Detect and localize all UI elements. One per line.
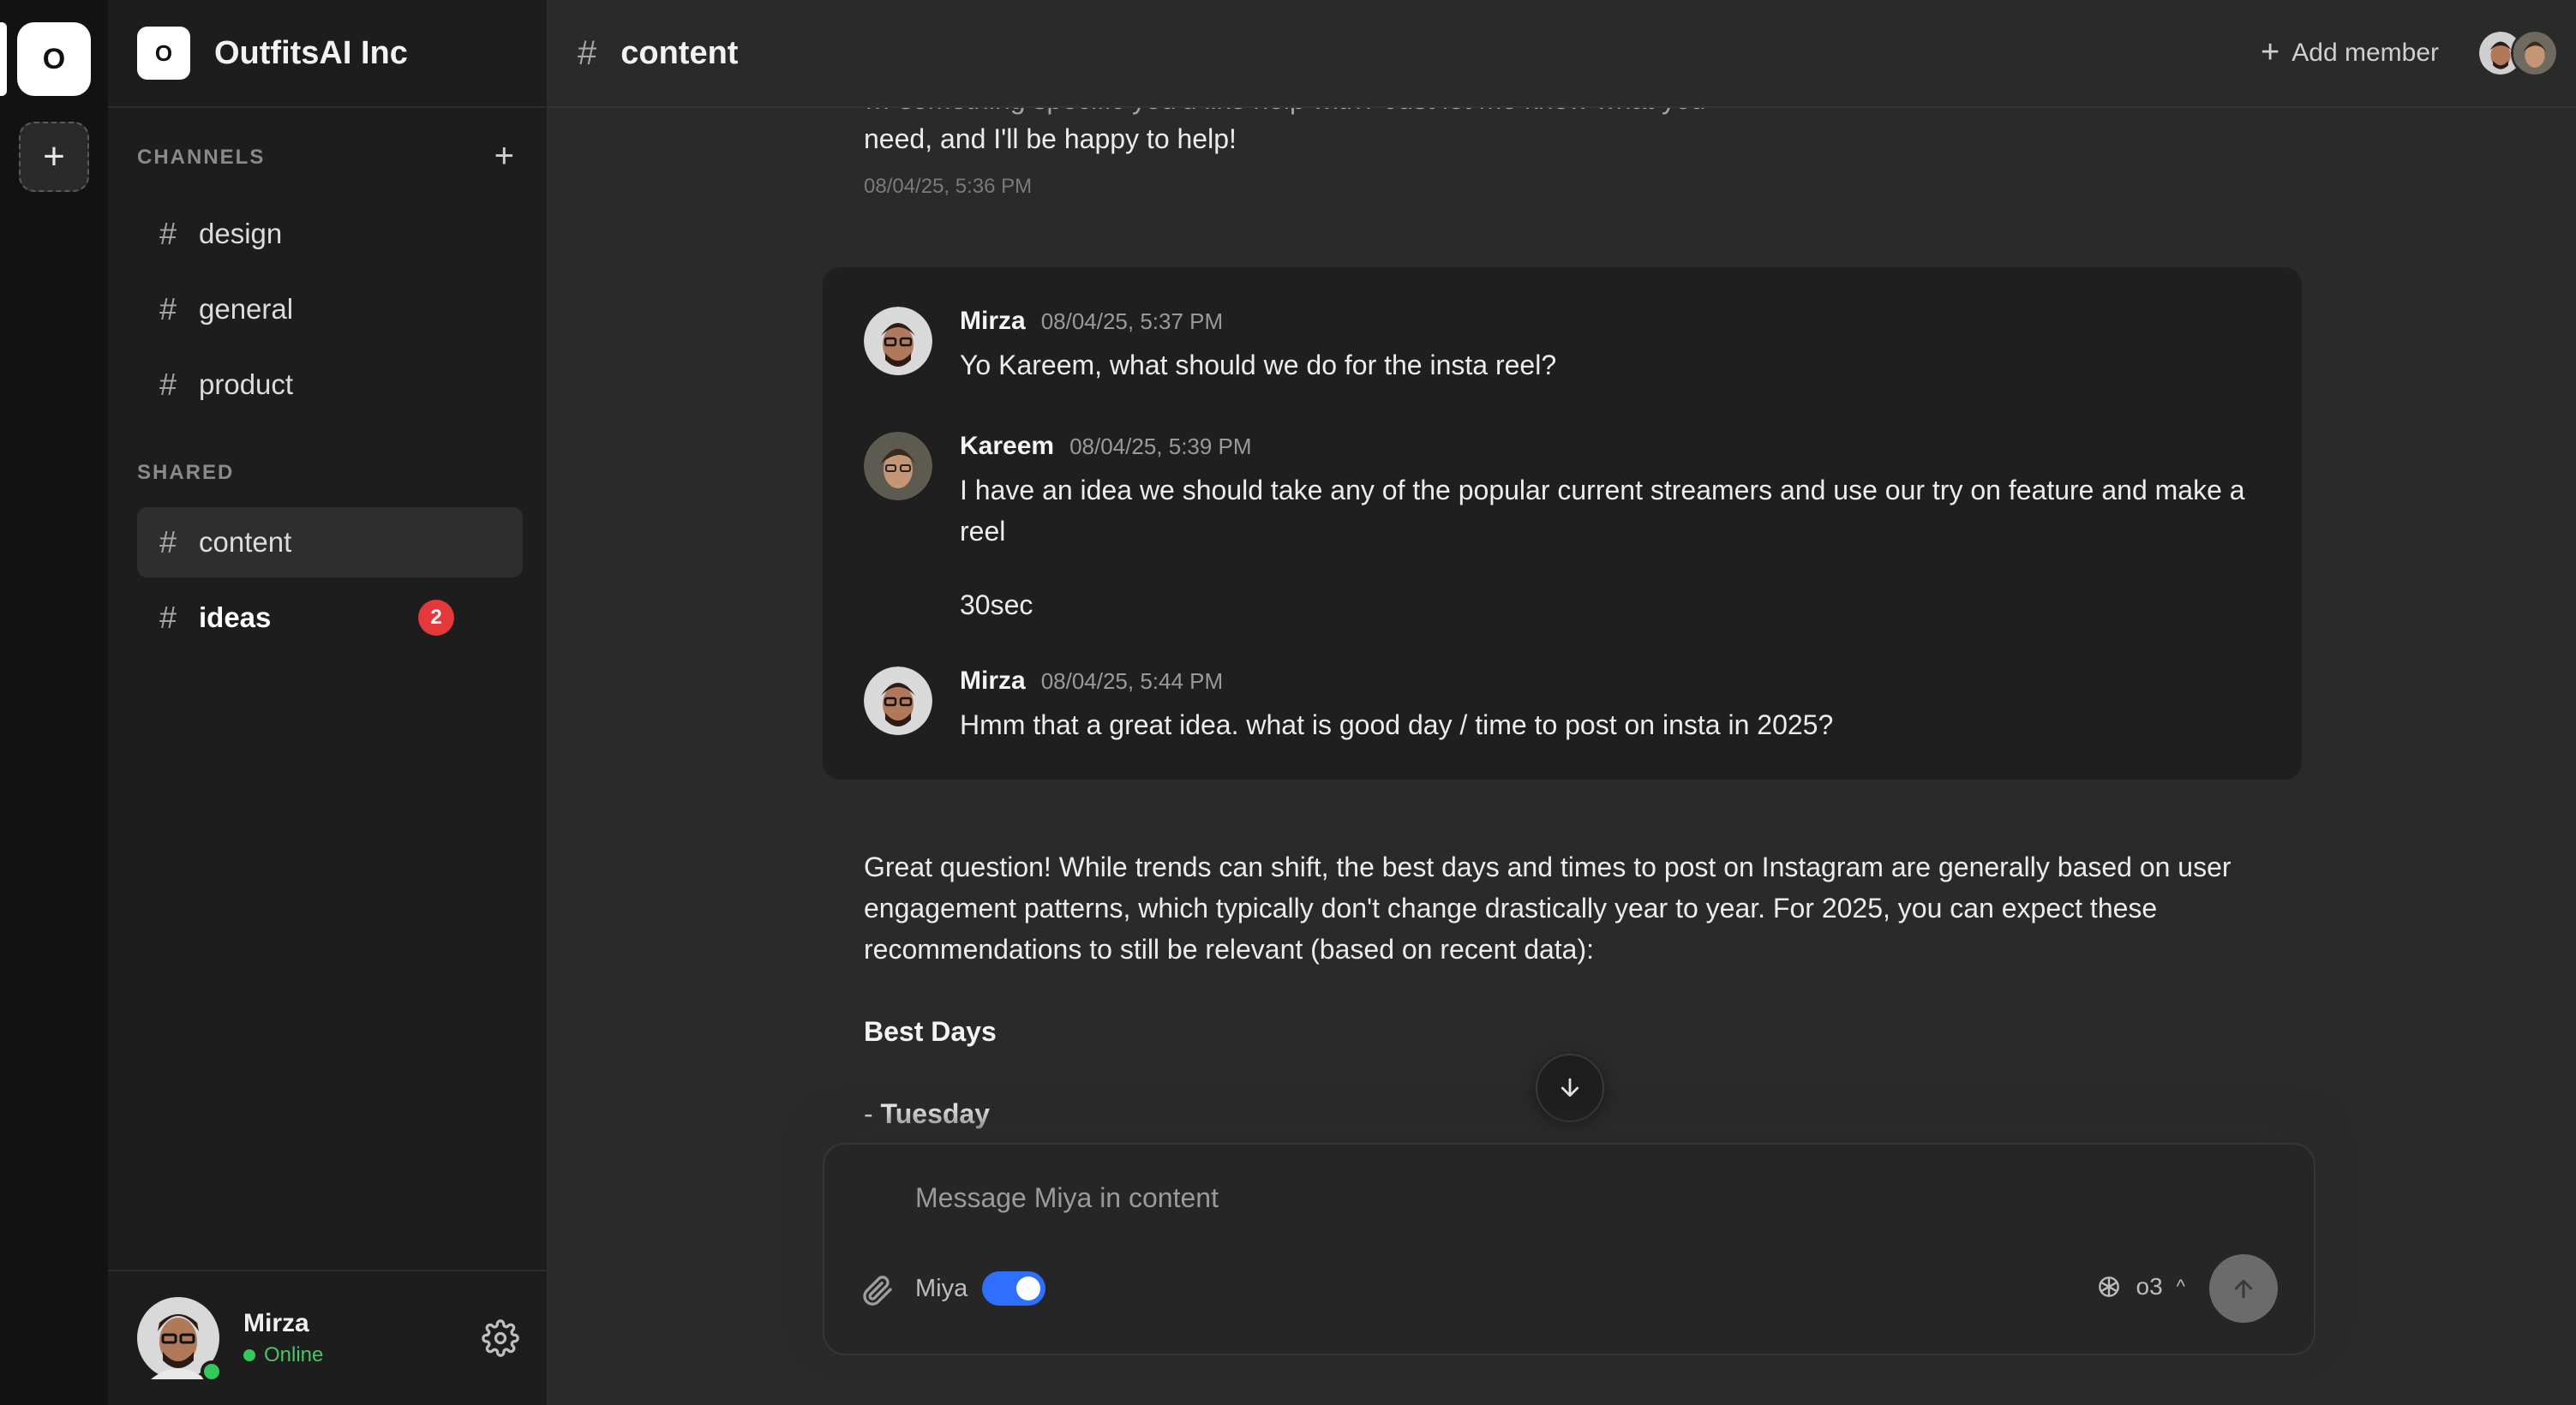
hash-icon: #: [159, 367, 177, 402]
add-member-button[interactable]: + Add member: [2261, 34, 2439, 71]
message-text: I have an idea we should take any of the…: [960, 475, 2245, 547]
reply-heading: Best Days: [864, 1016, 997, 1047]
add-channel-button[interactable]: +: [494, 139, 514, 173]
kareem-avatar-icon: [864, 432, 932, 500]
channel-label: ideas: [199, 601, 272, 633]
hash-icon: #: [159, 600, 177, 635]
list-item-label: Tuesday: [880, 1098, 990, 1129]
channel-header: # content + Add member: [548, 0, 2576, 108]
list-bullet: -: [864, 1098, 881, 1129]
sidebar: O OutfitsAI Inc CHANNELS + # design # ge…: [108, 0, 548, 1405]
message-text: Hmm that a great idea. what is good day …: [960, 709, 1834, 740]
paperclip-icon[interactable]: [860, 1271, 895, 1309]
hash-icon: #: [159, 216, 177, 251]
previous-message-time: 08/04/25, 5:36 PM: [864, 175, 1033, 198]
workspace-header[interactable]: O OutfitsAI Inc: [108, 0, 547, 108]
channel-label: content: [199, 526, 292, 558]
add-member-label: Add member: [2291, 38, 2439, 67]
message-header: Mirza 08/04/25, 5:37 PM: [960, 307, 1223, 336]
active-workspace-indicator: [0, 22, 7, 96]
message-header: Kareem 08/04/25, 5:39 PM: [960, 432, 1252, 461]
mirza-avatar-icon: [864, 307, 932, 375]
arrow-down-icon: [1561, 1078, 1579, 1097]
hash-icon: #: [578, 33, 597, 72]
unread-badge: 2: [418, 600, 454, 636]
thread-card: Mirza 08/04/25, 5:37 PM Yo Kareem, what …: [823, 267, 2302, 780]
sidebar-item-product[interactable]: # product: [137, 350, 523, 420]
member-avatars[interactable]: [2477, 29, 2559, 77]
current-user-info: Mirza Online: [243, 1309, 323, 1367]
add-workspace-button[interactable]: +: [19, 122, 89, 192]
workspace-switcher-button[interactable]: O: [17, 22, 91, 96]
agent-toggle-label: Miya: [915, 1275, 968, 1302]
assistant-reply-text: Great question! While trends can shift, …: [864, 852, 2232, 965]
sidebar-item-design[interactable]: # design: [137, 199, 523, 269]
scroll-to-bottom-button[interactable]: [1536, 1054, 1604, 1122]
hash-icon: #: [159, 291, 177, 326]
sidebar-item-general[interactable]: # general: [137, 274, 523, 344]
current-user-bar: Mirza Online: [108, 1270, 548, 1405]
toggle-knob: [1016, 1276, 1040, 1300]
message-composer: Message Miya in content Miya o3 ^: [823, 1143, 2315, 1355]
previous-message-text: need, and I'll be happy to help!: [864, 123, 1237, 154]
workspace-logo: O: [137, 27, 190, 80]
reply-list-item: - Tuesday: [864, 1098, 990, 1130]
current-user-status: Online: [243, 1343, 323, 1367]
send-button[interactable]: [2209, 1254, 2278, 1323]
chevron-up-icon: ^: [2176, 1276, 2185, 1297]
message-text: Yo Kareem, what should we do for the ins…: [960, 350, 1557, 380]
settings-gear-icon[interactable]: [482, 1319, 519, 1357]
arrow-up-icon: [2234, 1279, 2253, 1299]
channel-label: design: [199, 218, 283, 249]
shared-section-label: SHARED: [137, 461, 235, 484]
agent-toggle[interactable]: [982, 1271, 1045, 1306]
message-text-followup: 30sec: [960, 589, 1033, 620]
message-time: 08/04/25, 5:37 PM: [1040, 308, 1224, 334]
model-selector[interactable]: o3 ^: [2095, 1273, 2185, 1300]
channel-label: general: [199, 293, 294, 325]
mirza-avatar-icon: [864, 667, 932, 735]
openai-logo-icon: [2098, 1276, 2119, 1297]
page-title: content: [620, 34, 739, 71]
sidebar-item-ideas[interactable]: # ideas 2: [137, 583, 523, 653]
member-avatar-icon: [2511, 29, 2559, 77]
plus-icon: +: [2261, 34, 2280, 70]
hash-icon: #: [159, 524, 177, 559]
workspace-name: OutfitsAI Inc: [214, 34, 408, 71]
workspace-rail: O +: [0, 0, 108, 1405]
status-dot-icon: [243, 1349, 255, 1361]
model-name: o3: [2136, 1273, 2163, 1300]
message-time: 08/04/25, 5:44 PM: [1040, 668, 1224, 694]
current-user-name: Mirza: [243, 1309, 309, 1337]
sidebar-item-content[interactable]: # content: [137, 507, 523, 577]
message-time: 08/04/25, 5:39 PM: [1069, 433, 1252, 459]
avatar[interactable]: [137, 1297, 223, 1383]
main-panel: # content + Add member … something speci…: [548, 0, 2576, 1405]
status-text: Online: [264, 1343, 324, 1366]
online-status-dot: [201, 1360, 223, 1383]
message-author[interactable]: Mirza: [960, 667, 1026, 696]
message-header: Mirza 08/04/25, 5:44 PM: [960, 667, 1223, 696]
channel-label: product: [199, 368, 294, 400]
message-author[interactable]: Mirza: [960, 307, 1026, 336]
message-input[interactable]: Message Miya in content: [915, 1182, 1219, 1214]
channels-section-label: CHANNELS: [137, 146, 266, 169]
message-author[interactable]: Kareem: [960, 432, 1054, 461]
